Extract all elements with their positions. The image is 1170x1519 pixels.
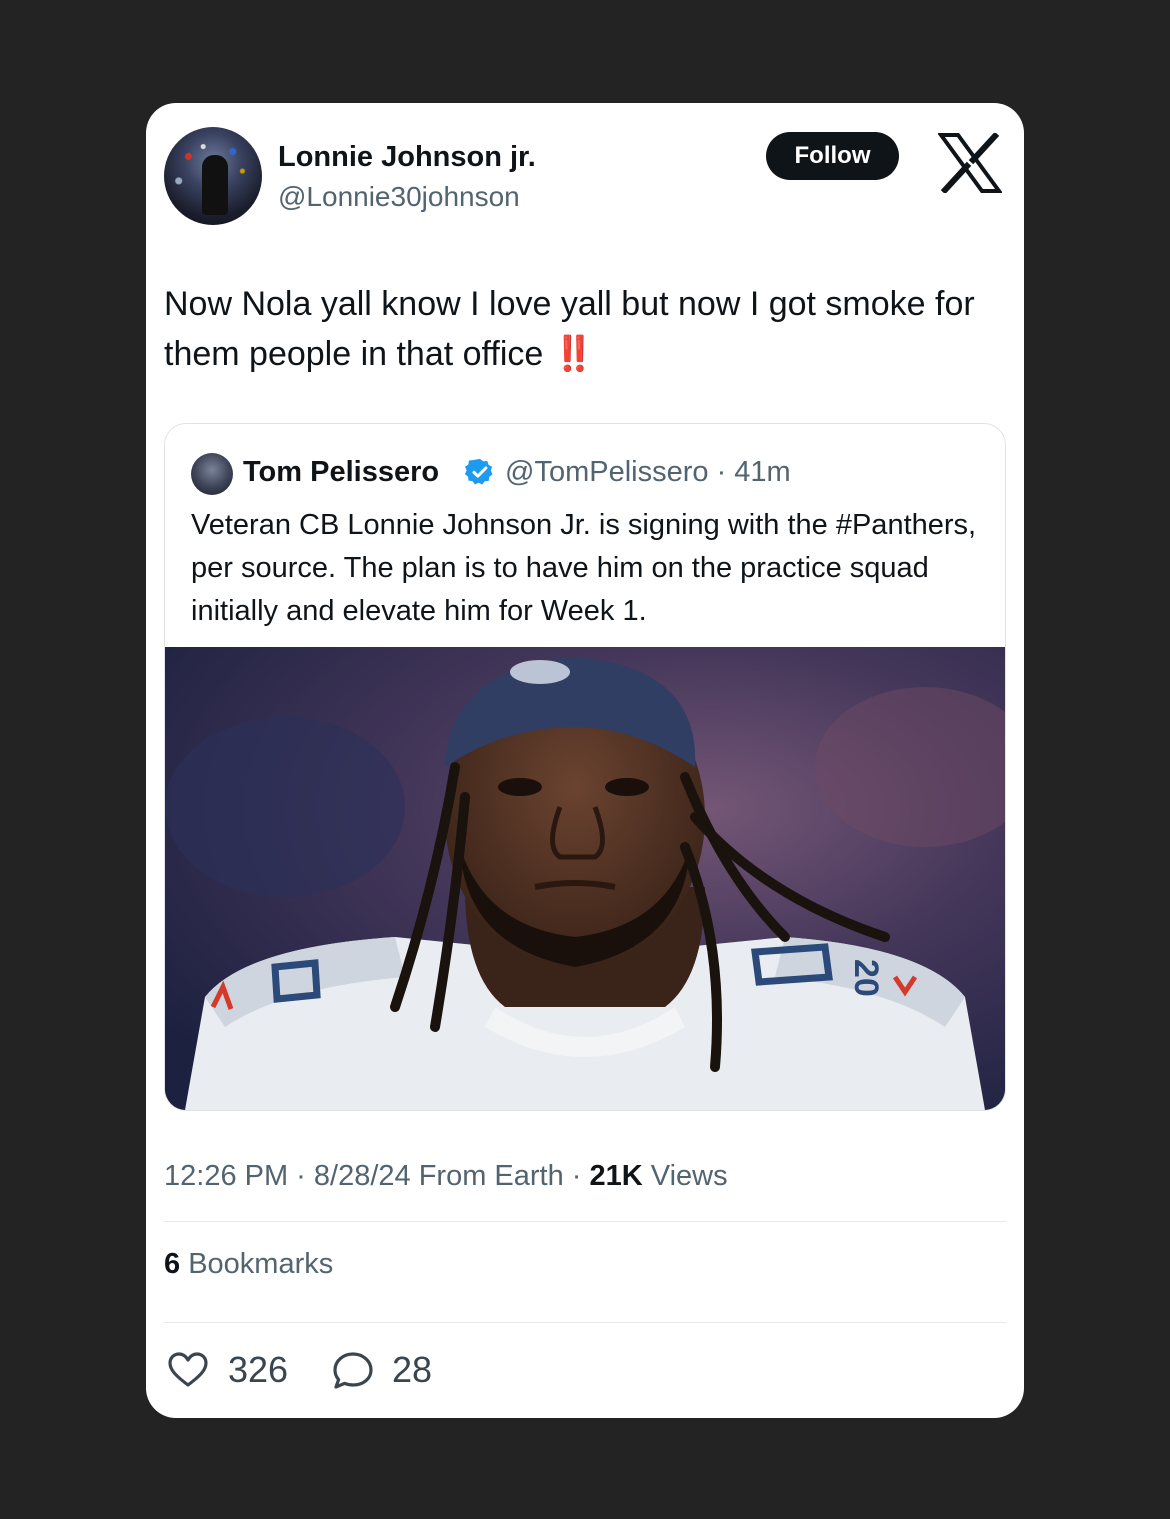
heart-icon[interactable] <box>168 1352 208 1388</box>
author-handle[interactable]: @Lonnie30johnson <box>278 181 520 213</box>
tweet-card: Lonnie Johnson jr. @Lonnie30johnson Foll… <box>146 103 1024 1418</box>
quoted-handle-time: @TomPelissero · 41m <box>505 456 791 489</box>
avatar-figure <box>202 155 228 215</box>
tweet-timestamp-views: 12:26 PM · 8/28/24 From Earth · 21K View… <box>164 1160 728 1193</box>
views-label: Views <box>642 1160 728 1192</box>
verified-badge-icon <box>465 458 493 485</box>
bookmarks-count: 6 <box>164 1248 181 1280</box>
jersey-number: 20 <box>847 959 885 997</box>
double-exclamation-emoji: ‼️ <box>552 335 597 373</box>
bookmarks-label: Bookmarks <box>180 1248 334 1280</box>
likes-count[interactable]: 326 <box>228 1349 288 1391</box>
quoted-time: · 41m <box>716 456 791 488</box>
player-photo[interactable]: 20 <box>165 647 1005 1110</box>
quoted-tweet-text: Veteran CB Lonnie Johnson Jr. is signing… <box>191 509 977 627</box>
divider <box>164 1221 1006 1222</box>
quoted-tweet[interactable]: Tom Pelissero @TomPelissero · 41m Vetera… <box>164 423 1006 1111</box>
quoted-author-avatar[interactable] <box>191 453 233 495</box>
author-avatar[interactable] <box>164 127 262 225</box>
tweet-timestamp[interactable]: 12:26 PM · 8/28/24 From Earth · <box>164 1160 590 1192</box>
follow-button[interactable]: Follow <box>766 132 899 180</box>
author-name[interactable]: Lonnie Johnson jr. <box>278 141 536 174</box>
divider <box>164 1322 1006 1323</box>
reply-icon[interactable] <box>332 1351 374 1391</box>
tweet-text: Now Nola yall know I love yall but now I… <box>164 279 1004 379</box>
quoted-handle[interactable]: @TomPelissero <box>505 456 709 488</box>
bookmarks-stat[interactable]: 6 Bookmarks <box>164 1248 333 1281</box>
replies-count[interactable]: 28 <box>392 1349 432 1391</box>
x-logo-icon[interactable] <box>938 133 1002 193</box>
views-count: 21K <box>589 1160 643 1192</box>
quoted-author-name[interactable]: Tom Pelissero <box>243 456 439 489</box>
